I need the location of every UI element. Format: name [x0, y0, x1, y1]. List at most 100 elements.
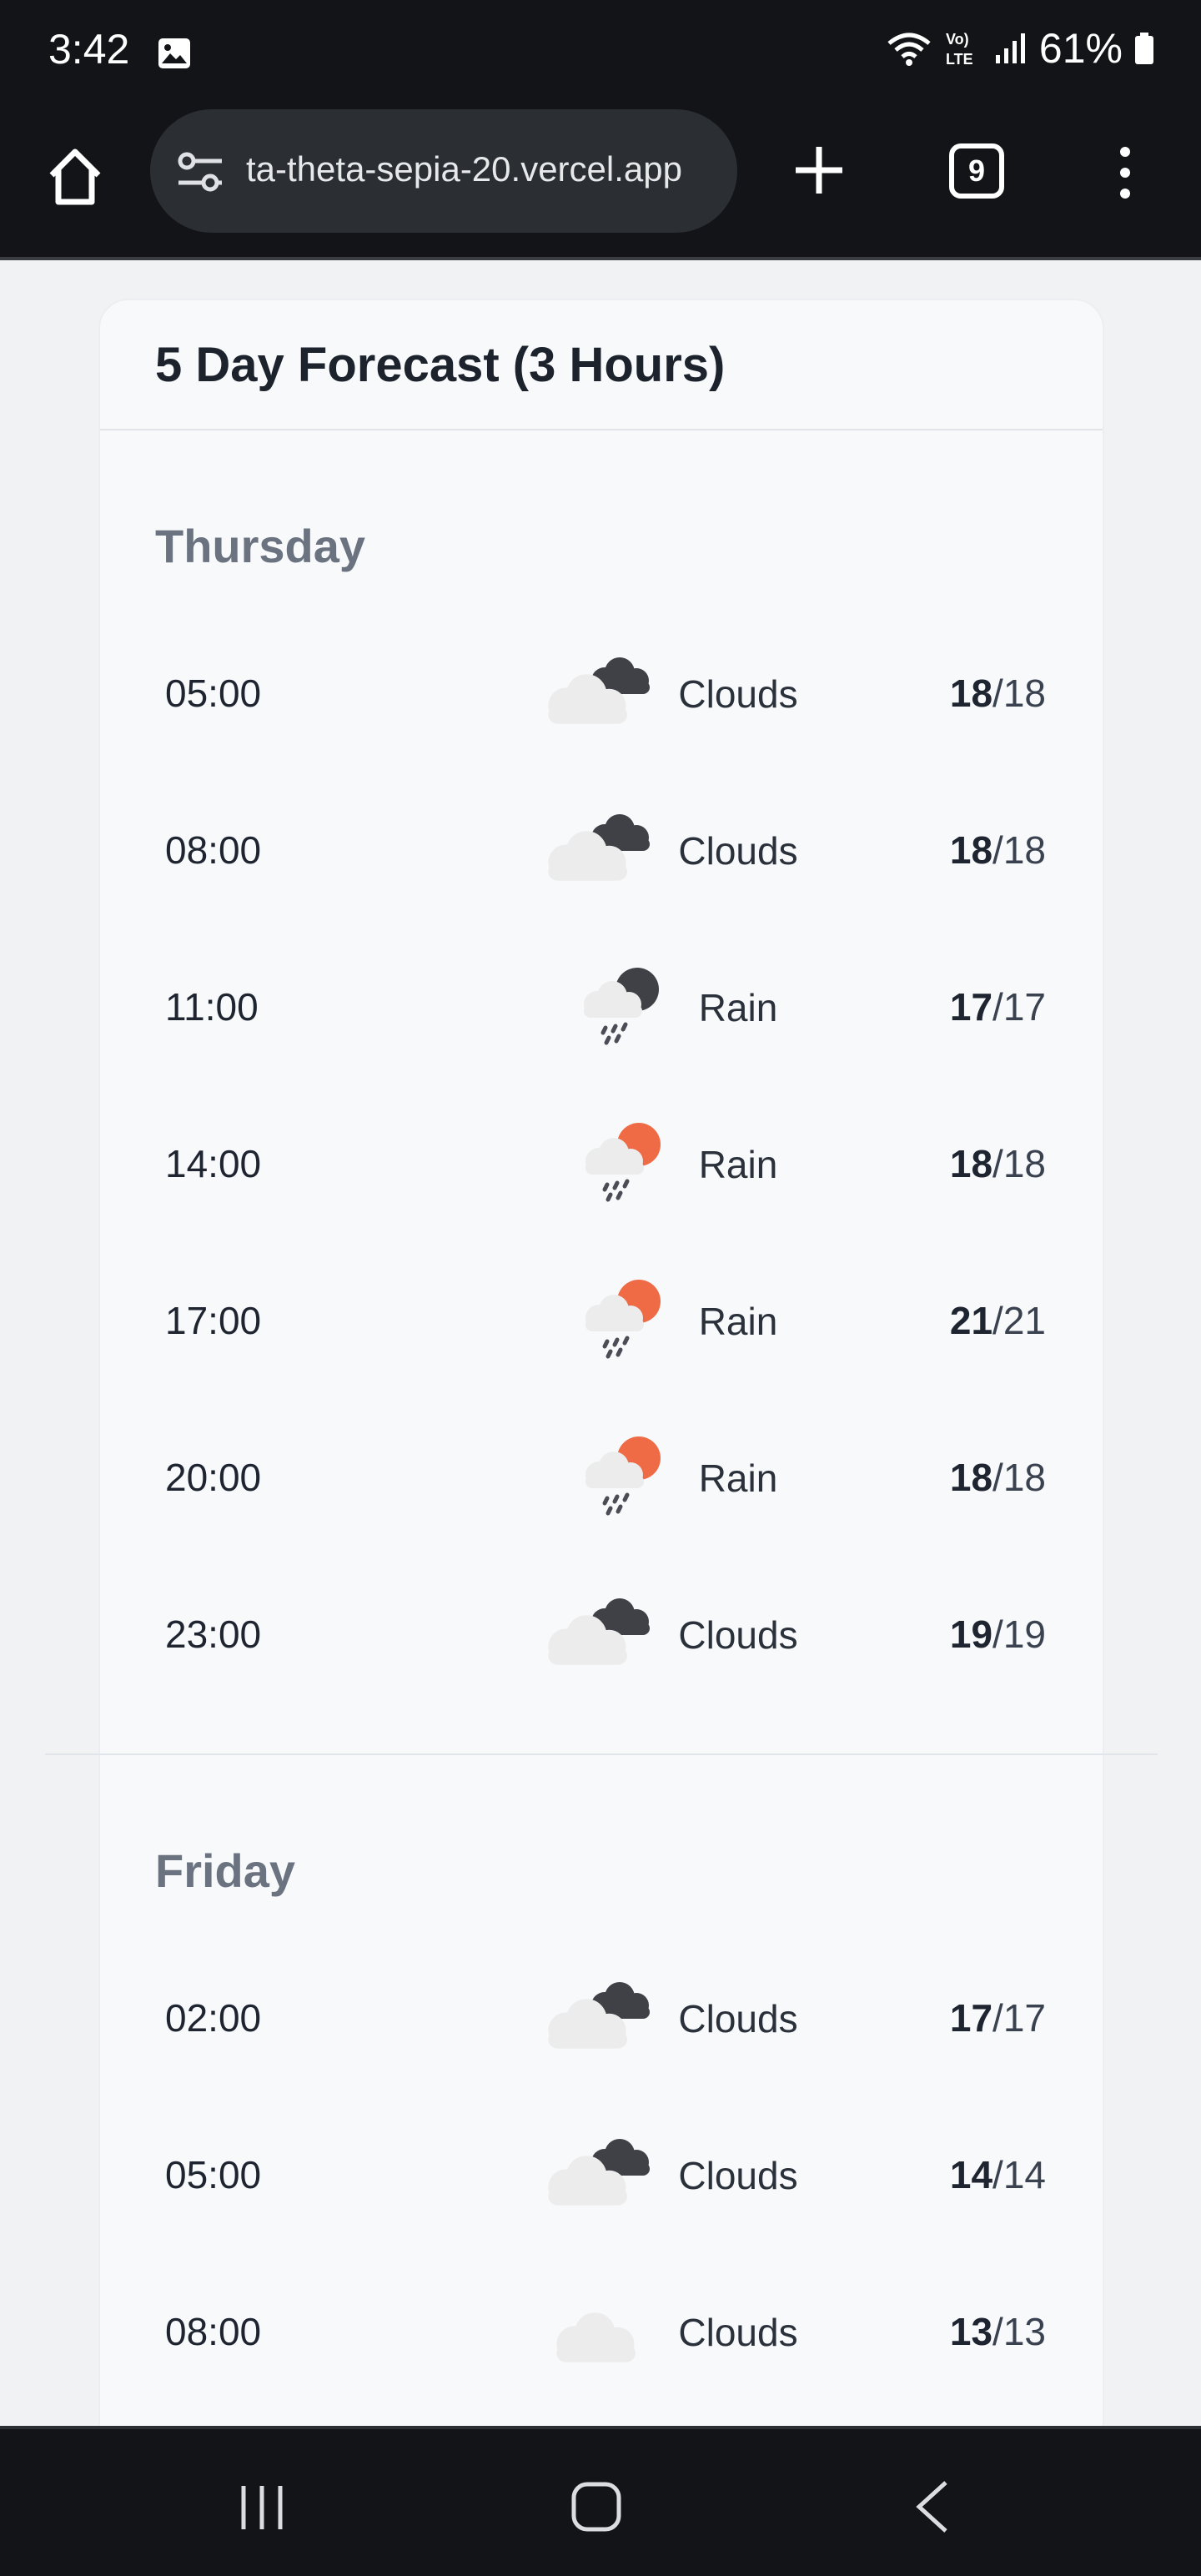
day-section: Friday 02:00 Clouds 17/17 05:00 Clouds 1… [100, 1755, 1103, 2411]
temp-max: 18 [949, 1142, 993, 1185]
wifi-icon [887, 33, 931, 66]
tab-switcher-button[interactable]: 9 [949, 143, 1004, 199]
home-icon[interactable] [45, 143, 105, 210]
home-button-icon[interactable] [570, 2481, 622, 2533]
temperature: 13/13 [950, 2309, 1046, 2354]
day-name: Thursday [155, 520, 366, 572]
temp-min: /18 [992, 1142, 1046, 1185]
forecast-rows: 02:00 Clouds 17/17 05:00 Clouds 14/14 08… [155, 1940, 1048, 2411]
svg-text:Vo): Vo) [946, 31, 969, 48]
system-nav-bar [0, 2426, 1201, 2576]
page-content[interactable]: 5 Day Forecast (3 Hours) Thursday 05:00 … [0, 260, 1201, 2426]
temperature: 18/18 [950, 671, 1046, 716]
recent-apps-icon[interactable] [237, 2483, 287, 2533]
temp-min: /18 [992, 672, 1046, 715]
volte-icon: Vo) LTE [946, 31, 973, 68]
dark-cloud-icon [546, 1583, 663, 1688]
temp-min: /17 [992, 1996, 1046, 2040]
weather-condition: Clouds [505, 796, 839, 906]
temp-min: /19 [992, 1613, 1046, 1656]
new-tab-icon[interactable] [792, 143, 846, 197]
temperature: 21/21 [950, 1298, 1046, 1343]
weather-description: Clouds [678, 2311, 798, 2354]
day-name: Friday [155, 1844, 296, 1897]
temp-max: 18 [949, 672, 993, 715]
temp-min: /18 [992, 1456, 1046, 1499]
temp-min: /14 [992, 2153, 1046, 2196]
weather-description: Clouds [678, 2154, 798, 2197]
status-indicators: Vo) LTE 61% [886, 23, 1154, 73]
url-text[interactable]: ta-theta-sepia-20.vercel.app [246, 149, 713, 189]
battery-percent: 61% [1038, 25, 1123, 72]
weather-condition: Clouds [505, 1580, 839, 1690]
forecast-row: 17:00 Rain 21/21 [155, 1243, 1048, 1400]
forecast-time: 11:00 [165, 985, 259, 1029]
weather-description: Clouds [678, 829, 798, 873]
weather-description: Clouds [678, 1613, 798, 1657]
temperature: 18/18 [950, 1455, 1046, 1500]
temp-max: 21 [949, 1299, 993, 1342]
signal-icon [995, 33, 1025, 63]
forecast-time: 05:00 [165, 672, 262, 715]
status-time: 3:42 [48, 26, 130, 73]
temp-max: 13 [949, 2310, 993, 2353]
weather-condition: Rain [505, 1423, 839, 1533]
status-bar: 3:42 Vo) LTE 61% [0, 0, 1201, 107]
light-cloud-icon [546, 2281, 663, 2385]
temp-max: 17 [949, 985, 993, 1029]
dark-cloud-icon [546, 642, 663, 747]
temperature: 18/18 [950, 1141, 1046, 1186]
weather-description: Rain [698, 1143, 778, 1186]
forecast-row: 02:00 Clouds 17/17 [155, 1940, 1048, 2097]
forecast-time: 08:00 [165, 828, 262, 872]
forecast-row: 20:00 Rain 18/18 [155, 1400, 1048, 1557]
temp-max: 14 [949, 2153, 993, 2196]
weather-description: Rain [698, 986, 778, 1029]
dark-cloud-icon [546, 2124, 663, 2228]
forecast-time: 23:00 [165, 1613, 262, 1656]
forecast-row: 23:00 Clouds 19/19 [155, 1557, 1048, 1713]
forecast-days: Thursday 05:00 Clouds 18/18 08:00 Clouds… [45, 430, 1158, 2411]
dark-cloud-icon [546, 799, 663, 903]
weather-condition: Rain [505, 953, 839, 1063]
temp-max: 17 [949, 1996, 993, 2040]
card-header: 5 Day Forecast (3 Hours) [100, 300, 1103, 430]
svg-text:LTE: LTE [946, 51, 973, 68]
weather-condition: Rain [505, 1109, 839, 1220]
weather-condition: Clouds [505, 2277, 839, 2387]
temperature: 17/17 [950, 1995, 1046, 2040]
temp-min: /21 [992, 1299, 1046, 1342]
forecast-time: 14:00 [165, 1142, 262, 1185]
dark-cloud-icon [546, 1967, 663, 2071]
temperature: 18/18 [950, 828, 1046, 873]
night-rain-icon [567, 956, 684, 1060]
temp-max: 18 [949, 828, 993, 872]
temperature: 14/14 [950, 2152, 1046, 2197]
sun-rain-icon [567, 1113, 684, 1217]
forecast-time: 17:00 [165, 1299, 262, 1342]
forecast-row: 05:00 Clouds 18/18 [155, 616, 1048, 772]
forecast-row: 08:00 Clouds 18/18 [155, 772, 1048, 929]
weather-condition: Clouds [505, 1964, 839, 2074]
forecast-rows: 05:00 Clouds 18/18 08:00 Clouds 18/18 11… [155, 616, 1048, 1713]
more-menu-icon[interactable] [1113, 143, 1138, 202]
battery-icon [1135, 33, 1153, 64]
forecast-row: 14:00 Rain 18/18 [155, 1086, 1048, 1243]
forecast-time: 08:00 [165, 2310, 262, 2353]
forecast-row: 08:00 Clouds 13/13 [155, 2254, 1048, 2411]
weather-condition: Clouds [505, 639, 839, 749]
forecast-card: 5 Day Forecast (3 Hours) Thursday 05:00 … [45, 299, 1158, 2426]
weather-description: Clouds [678, 1997, 798, 2040]
forecast-time: 05:00 [165, 2153, 262, 2196]
temp-max: 18 [949, 1456, 993, 1499]
temp-min: /18 [992, 828, 1046, 872]
forecast-time: 02:00 [165, 1996, 262, 2040]
card-title: 5 Day Forecast (3 Hours) [155, 337, 726, 392]
temp-min: /13 [992, 2310, 1046, 2353]
weather-description: Rain [698, 1457, 778, 1500]
site-settings-icon[interactable] [175, 151, 225, 193]
temperature: 17/17 [950, 984, 1046, 1029]
address-bar[interactable]: ta-theta-sepia-20.vercel.app [150, 109, 737, 233]
back-icon[interactable] [912, 2479, 954, 2534]
forecast-row: 05:00 Clouds 14/14 [155, 2097, 1048, 2254]
